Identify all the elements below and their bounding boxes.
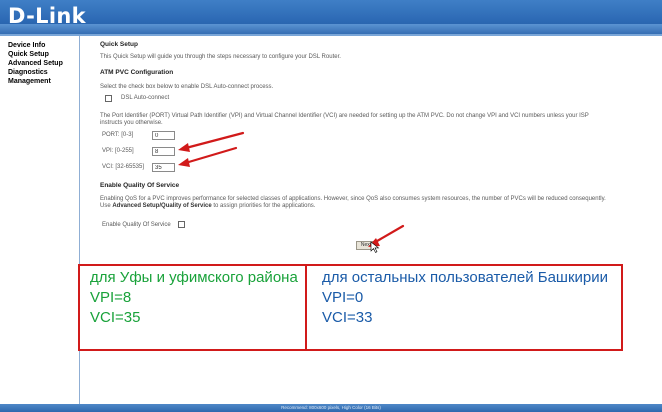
bashkiria-vpi: VPI=0 [322, 289, 364, 306]
sidebar-item-quick-setup[interactable]: Quick Setup [0, 50, 63, 59]
ufa-vpi: VPI=8 [90, 289, 132, 306]
vci-input[interactable] [152, 163, 175, 172]
bashkiria-vci: VCI=33 [322, 309, 373, 326]
dlink-logo: D-Link [8, 4, 86, 28]
bashkiria-title: для остальных пользователей Башкирии [322, 269, 608, 286]
sidebar-item-device-info[interactable]: Device Info [0, 41, 63, 50]
page-title: Quick Setup [100, 41, 138, 48]
qos-help-line2: Use Advanced Setup/Quality of Service to… [100, 203, 315, 210]
vpi-input[interactable] [152, 147, 175, 156]
sidebar-item-advanced-setup[interactable]: Advanced Setup [0, 59, 63, 68]
sidebar: Device Info Quick Setup Advanced Setup D… [0, 36, 80, 404]
port-label: PORT: [0-3] [102, 132, 134, 138]
sidebar-item-diagnostics[interactable]: Diagnostics [0, 68, 63, 77]
port-input[interactable] [152, 131, 175, 140]
qos-help-suffix: to assign priorities for the application… [213, 203, 316, 209]
vpi-label: VPI: [0-255] [102, 148, 134, 154]
qos-heading: Enable Quality Of Service [100, 182, 180, 189]
info-box-divider [305, 264, 307, 351]
dsl-autoconnect-label: DSL Auto-connect [121, 95, 170, 101]
ufa-title: для Уфы и уфимского района [90, 269, 298, 286]
footer-bar: Recommend: 800x600 pixels, High Color (1… [0, 404, 662, 412]
dsl-autoconnect-checkbox[interactable] [105, 95, 112, 102]
qos-checkbox-label: Enable Quality Of Service [102, 222, 171, 228]
ufa-vci: VCI=35 [90, 309, 141, 326]
next-button[interactable]: Next [356, 241, 376, 250]
footer-text: Recommend: 800x600 pixels, High Color (1… [281, 405, 381, 410]
atm-heading: ATM PVC Configuration [100, 69, 174, 76]
atm-instruction: Select the check box below to enable DSL… [100, 84, 274, 90]
vci-label: VCI: [32-65535] [102, 164, 145, 170]
pvc-help-line1: The Port Identifier (PORT) Virtual Path … [100, 113, 589, 119]
qos-help-line1: Enabling QoS for a PVC improves performa… [100, 196, 606, 202]
header-bar: D-Link [0, 0, 662, 36]
qos-help-prefix: Use [100, 203, 111, 209]
sidebar-menu: Device Info Quick Setup Advanced Setup D… [0, 41, 63, 86]
qos-help-link: Advanced Setup/Quality of Service [112, 203, 212, 209]
vpi-vci-info-box: для Уфы и уфимского района VPI=8 VCI=35 … [78, 264, 623, 351]
intro-text: This Quick Setup will guide you through … [100, 54, 341, 60]
pvc-help-line2: instructs you otherwise. [100, 120, 163, 126]
qos-checkbox[interactable] [178, 221, 185, 228]
sidebar-item-management[interactable]: Management [0, 77, 63, 86]
